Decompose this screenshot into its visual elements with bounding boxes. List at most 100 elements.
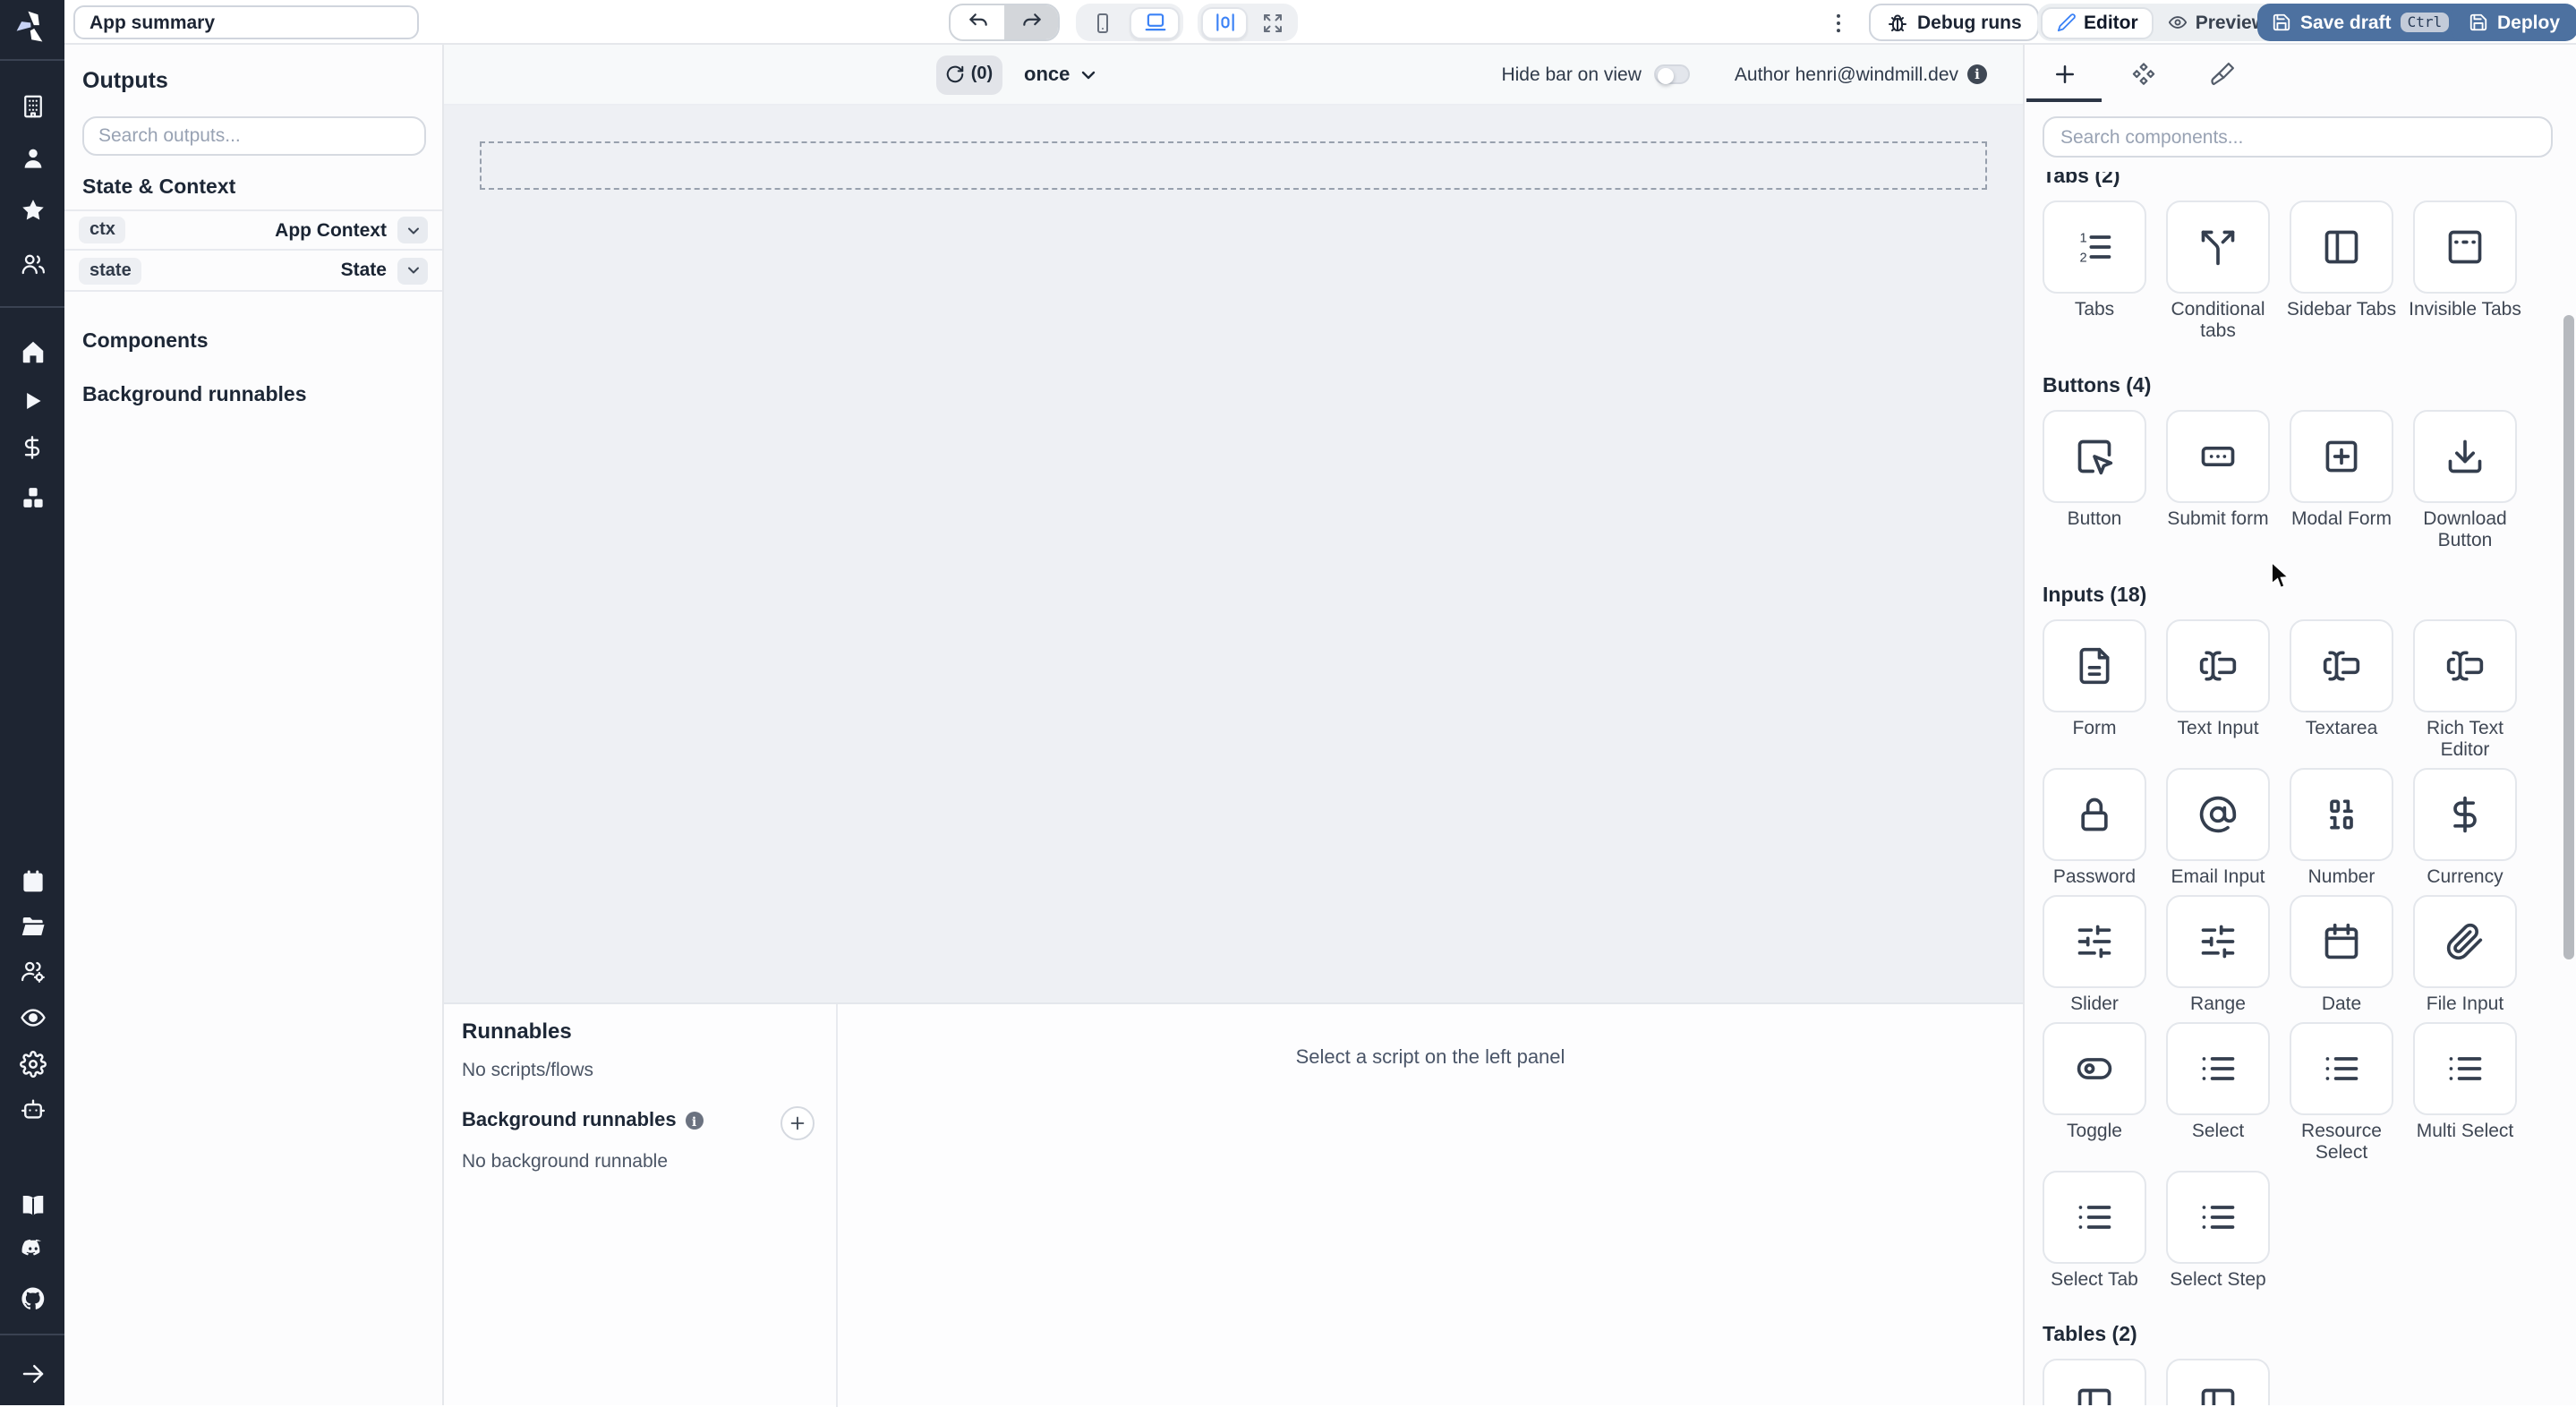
component-card-toggle[interactable]: Toggle [2043, 1022, 2146, 1164]
sidebar-item-user[interactable] [18, 143, 47, 172]
components-scrollbar[interactable] [2563, 315, 2574, 959]
info-icon[interactable]: i [1967, 64, 1987, 84]
expand-row-button[interactable] [397, 217, 428, 243]
sidebar-item-audit-logs[interactable] [18, 1002, 47, 1031]
section-buttons: Buttons (4) Button Submit form Modal For… [2043, 374, 2562, 551]
redo-icon [1019, 11, 1043, 34]
hide-bar-toggle[interactable] [1653, 64, 1690, 84]
component-card-password[interactable]: Password [2043, 768, 2146, 888]
panel-left-icon [2075, 1386, 2114, 1405]
tab-component-settings[interactable] [2103, 45, 2182, 102]
editor-tab[interactable]: Editor [2041, 6, 2154, 38]
list-ordered-icon [2075, 227, 2114, 267]
sidebar-item-resources[interactable] [18, 483, 47, 512]
runnables-title: Runnables [462, 1019, 572, 1044]
component-card-multi-select[interactable]: Multi Select [2413, 1022, 2517, 1164]
component-card-sidebar-tabs[interactable]: Sidebar Tabs [2287, 200, 2396, 342]
sidebar-item-workspace[interactable] [18, 91, 47, 120]
component-card-modal-form[interactable]: Modal Form [2290, 410, 2393, 551]
gear-icon [19, 1050, 46, 1077]
component-card-select[interactable]: Select [2166, 1022, 2270, 1164]
sidebar-item-settings[interactable] [18, 1049, 47, 1078]
app-canvas[interactable] [444, 106, 2023, 1002]
sidebar-item-users[interactable] [18, 249, 47, 277]
component-card-conditional-tabs[interactable]: Conditional tabs [2166, 200, 2270, 342]
component-card-invisible-tabs[interactable]: Invisible Tabs [2409, 200, 2521, 342]
expand-icon [1262, 12, 1284, 33]
component-card-email-input[interactable]: Email Input [2166, 768, 2270, 888]
component-card-tabs[interactable]: Tabs [2043, 200, 2146, 342]
text-cursor-input-icon [2322, 646, 2361, 686]
align-center-icon [1213, 11, 1236, 34]
sidebar-item-folders[interactable] [18, 911, 47, 940]
mouse-cursor [2270, 559, 2295, 600]
component-card-submit-form[interactable]: Submit form [2166, 410, 2270, 551]
dollar-icon [2445, 795, 2485, 834]
component-card-resource-select[interactable]: Resource Select [2290, 1022, 2393, 1164]
component-card-text-input[interactable]: Text Input [2166, 619, 2270, 761]
undo-button[interactable] [951, 5, 1004, 39]
components-list[interactable]: Tabs (2) Tabs Conditional tabs Sidebar T… [2043, 172, 2562, 1405]
component-card-table[interactable] [2043, 1359, 2146, 1405]
sidebar-item-favorites[interactable] [18, 195, 47, 224]
book-icon [19, 1191, 46, 1218]
sidebar-item-docs[interactable] [18, 1190, 47, 1219]
component-card-rich-text-editor[interactable]: Rich Text Editor [2413, 619, 2517, 761]
component-card-number[interactable]: Number [2290, 768, 2393, 888]
sidebar-item-variables[interactable] [18, 433, 47, 462]
component-card-download-button[interactable]: Download Button [2413, 410, 2517, 551]
info-icon[interactable]: i [685, 1112, 704, 1130]
sidebar-item-discord[interactable] [18, 1233, 47, 1262]
component-card-form[interactable]: Form [2043, 619, 2146, 761]
section-tables: Tables (2) [2043, 1323, 2562, 1405]
search-outputs-input[interactable] [82, 116, 426, 156]
paperclip-icon [2445, 922, 2485, 961]
sidebar-item-github[interactable] [18, 1283, 47, 1312]
app-summary-input[interactable] [73, 5, 419, 39]
fullwidth-button[interactable] [1251, 7, 1294, 38]
plus-icon [788, 1113, 807, 1133]
sidebar-item-schedules[interactable] [18, 866, 47, 895]
component-card-button[interactable]: Button [2043, 410, 2146, 551]
search-components-input[interactable] [2043, 116, 2553, 158]
add-background-runnable-button[interactable] [780, 1106, 815, 1140]
output-row-ctx[interactable]: ctx App Context [64, 209, 442, 251]
expand-row-button[interactable] [397, 257, 428, 284]
deploy-button[interactable]: Deploy [2451, 4, 2576, 41]
redo-button[interactable] [1004, 5, 1058, 39]
device-toggle-group [1076, 4, 1183, 41]
plus-icon [2051, 60, 2077, 87]
center-content-button[interactable] [1201, 6, 1248, 38]
mobile-view-button[interactable] [1079, 7, 1126, 38]
component-card-range[interactable]: Range [2166, 895, 2270, 1015]
components-panel-tabs [2025, 45, 2576, 102]
tab-insert-component[interactable] [2025, 45, 2103, 102]
windmill-logo[interactable] [13, 7, 52, 55]
output-row-state[interactable]: state State [64, 251, 442, 292]
refresh-button[interactable]: (0) [936, 55, 1002, 94]
tab-styling[interactable] [2182, 45, 2261, 102]
component-card-select-tab[interactable]: Select Tab [2043, 1171, 2146, 1291]
sidebar-item-ai[interactable] [18, 1094, 47, 1122]
components-panel: Tabs (2) Tabs Conditional tabs Sidebar T… [2023, 45, 2576, 1405]
debug-runs-button[interactable]: Debug runs [1869, 4, 2040, 41]
component-card-currency[interactable]: Currency [2413, 768, 2517, 888]
component-card-file-input[interactable]: File Input [2413, 895, 2517, 1015]
component-card-table[interactable] [2166, 1359, 2270, 1405]
component-card-textarea[interactable]: Textarea [2290, 619, 2393, 761]
more-menu-button[interactable] [1824, 7, 1853, 38]
sidebar-item-home[interactable] [18, 337, 47, 365]
output-type-label: State [340, 260, 387, 281]
kbd-ctrl: Ctrl [2400, 13, 2450, 32]
desktop-view-button[interactable] [1130, 6, 1180, 38]
refresh-icon [946, 64, 966, 84]
user-icon [19, 144, 46, 171]
component-card-slider[interactable]: Slider [2043, 895, 2146, 1015]
component-card-date[interactable]: Date [2290, 895, 2393, 1015]
sidebar-item-groups[interactable] [18, 956, 47, 985]
sidebar-collapse-button[interactable] [18, 1359, 47, 1387]
sidebar-item-runs[interactable] [18, 387, 47, 415]
component-card-select-step[interactable]: Select Step [2166, 1171, 2270, 1291]
schedule-dropdown[interactable]: once [1024, 64, 1098, 85]
canvas-dropzone[interactable] [480, 141, 1987, 190]
